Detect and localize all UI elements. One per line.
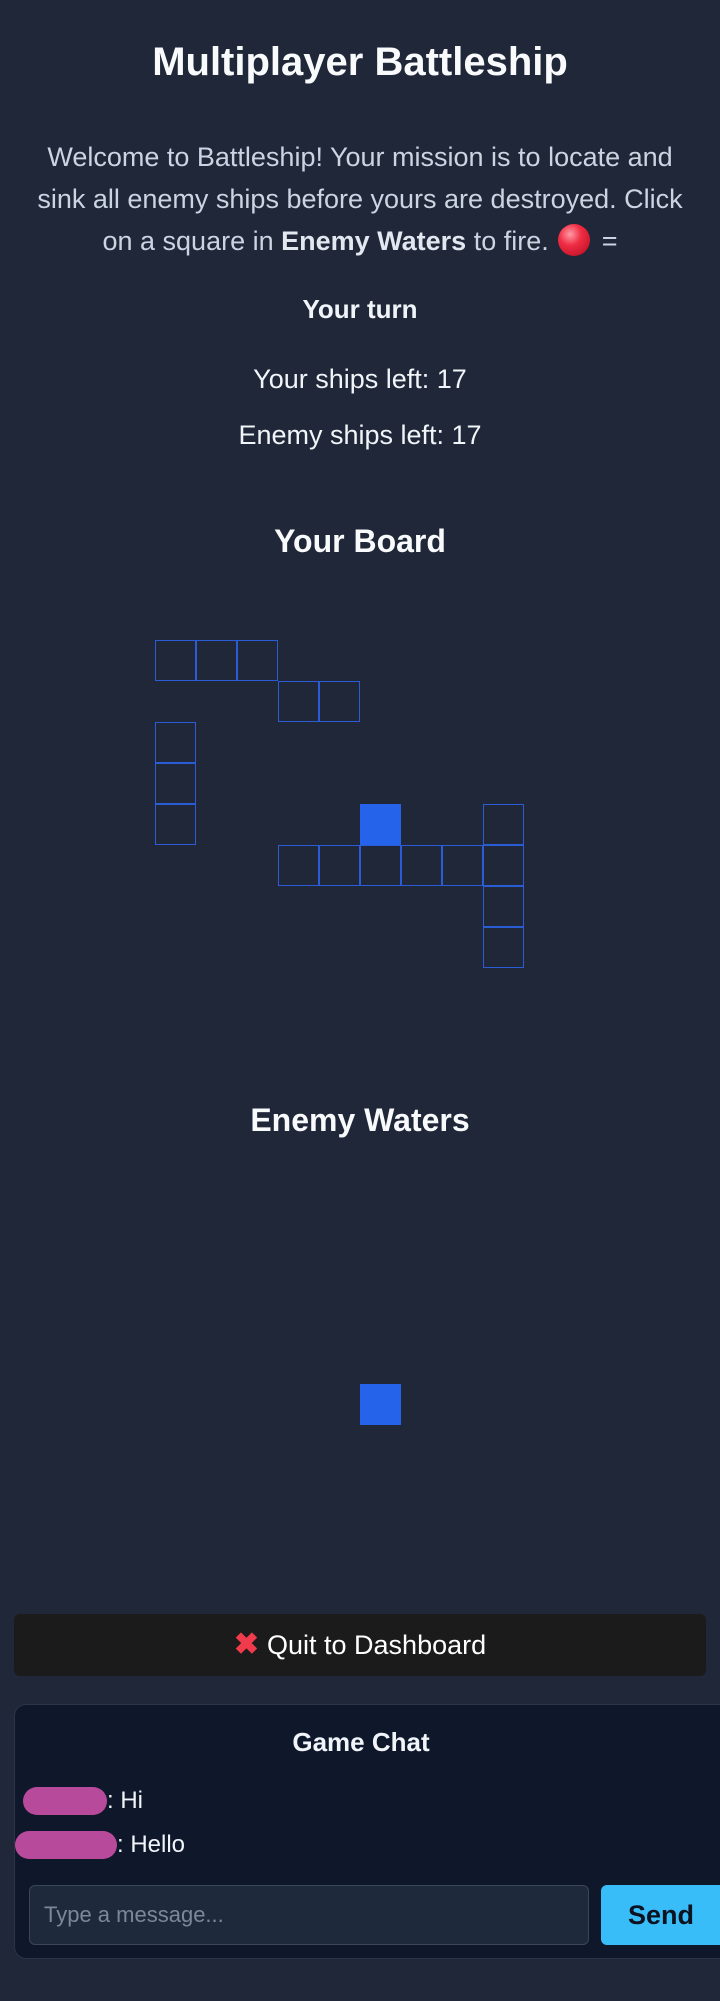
ship-cell [483, 804, 524, 845]
legend-equals: = [594, 226, 618, 256]
ship-cell [196, 640, 237, 681]
chat-message: : Hello [15, 1831, 185, 1859]
game-chat-panel: Game Chat : Hi : Hello Send [14, 1704, 720, 1959]
your-board-title: Your Board [274, 523, 446, 559]
instructions: Welcome to Battleship! Your mission is t… [20, 136, 700, 262]
chat-message: : Hi [23, 1787, 143, 1815]
ship-cell [483, 845, 524, 886]
hit-marker-icon [558, 224, 591, 256]
ship-cell [278, 845, 319, 886]
enemy-board-title: Enemy Waters [250, 1102, 470, 1138]
ship-cell [278, 681, 319, 722]
page-title: Multiplayer Battleship [152, 40, 568, 84]
send-button[interactable]: Send [601, 1885, 720, 1945]
instructions-suffix: to fire. [466, 226, 549, 256]
quit-button[interactable]: ✖ Quit to Dashboard [14, 1614, 706, 1676]
ship-cell [237, 640, 278, 681]
chat-message-text: : Hi [107, 1787, 143, 1814]
ship-cell [483, 927, 524, 968]
ship-cell [442, 845, 483, 886]
chat-title: Game Chat [292, 1727, 430, 1757]
quit-button-label: Quit to Dashboard [267, 1629, 487, 1660]
chat-message-input[interactable] [29, 1885, 589, 1945]
instructions-emphasis: Enemy Waters [281, 226, 467, 256]
ship-cell [155, 640, 196, 681]
chat-message-text: : Hello [117, 1831, 186, 1858]
enemy-ships-count: Enemy ships left: 17 [238, 420, 482, 450]
cross-mark-icon: ✖ [233, 1628, 259, 1661]
ship-cell [155, 763, 196, 804]
hit-cell [360, 804, 401, 845]
ship-cell [483, 886, 524, 927]
ship-cell [360, 845, 401, 886]
your-ships-count: Your ships left: 17 [253, 364, 467, 394]
ship-cell [401, 845, 442, 886]
ship-cell [319, 845, 360, 886]
ship-cell [155, 722, 196, 763]
turn-indicator: Your turn [302, 294, 418, 324]
ship-cell [319, 681, 360, 722]
ship-cell [155, 804, 196, 845]
fired-cell[interactable] [360, 1384, 401, 1425]
redacted-username [15, 1831, 117, 1859]
redacted-username [23, 1787, 107, 1815]
